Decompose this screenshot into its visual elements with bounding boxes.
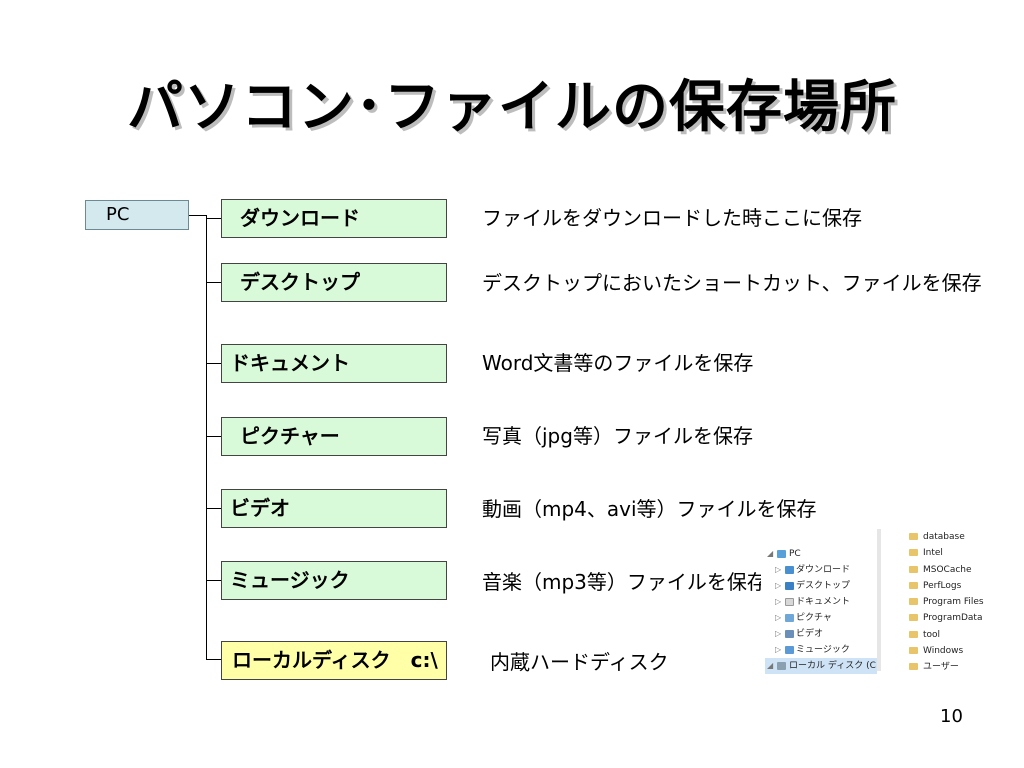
- folder-icon: [909, 630, 918, 638]
- pictures-box: ピクチャー: [221, 417, 447, 456]
- tree-label: ローカル ディスク (C: [789, 661, 876, 671]
- collapse-arrow-icon[interactable]: ▷: [775, 562, 783, 578]
- tree-item-pc[interactable]: ◢ PC: [765, 546, 877, 562]
- folder-icon: [909, 549, 918, 557]
- folder-icon: [909, 598, 918, 606]
- downloads-box: ダウンロード: [221, 199, 447, 238]
- tree-item-documents[interactable]: ▷ ドキュメント: [765, 594, 877, 610]
- expand-icon[interactable]: ◢: [767, 658, 775, 674]
- folder-list: database Intel MSOCache PerfLogs Program…: [909, 529, 991, 676]
- folder-icon: [909, 663, 918, 671]
- folder-label: Program Files: [923, 597, 984, 608]
- tree-item-desktop[interactable]: ▷ デスクトップ: [765, 578, 877, 594]
- collapse-arrow-icon[interactable]: ▷: [775, 610, 783, 626]
- branch-line: [206, 436, 222, 437]
- tree-label: PC: [789, 549, 801, 559]
- tree-item-downloads[interactable]: ▷ ダウンロード: [765, 562, 877, 578]
- slide-title: パソコン･ファイルの保存場所: [127, 75, 897, 140]
- pictures-folder-icon: [785, 614, 794, 622]
- folder-label: Intel: [923, 548, 943, 559]
- page-number: 10: [940, 706, 963, 727]
- pc-icon: [777, 550, 786, 558]
- tree-label: ピクチャ: [796, 613, 832, 623]
- folder-item[interactable]: ProgramData: [909, 610, 991, 626]
- folder-icon: [909, 533, 918, 540]
- branch-line: [206, 659, 222, 660]
- downloads-description: ファイルをダウンロードした時ここに保存: [482, 206, 862, 230]
- tree-label: ドキュメント: [796, 597, 851, 607]
- folder-item[interactable]: PerfLogs: [909, 578, 991, 594]
- collapse-arrow-icon[interactable]: ▷: [775, 642, 783, 658]
- folder-item[interactable]: Program Files: [909, 594, 991, 610]
- folder-item[interactable]: Windows: [909, 643, 991, 659]
- folder-icon: [909, 565, 918, 573]
- explorer-screenshot: ◢ PC ▷ ダウンロード ▷ デスクトップ ▷ ドキュメント ▷ ピクチャ ▷…: [761, 529, 991, 674]
- documents-description: Word文書等のファイルを保存: [482, 351, 754, 375]
- music-box: ミュージック: [221, 561, 447, 600]
- branch-line: [206, 508, 222, 509]
- music-folder-icon: [785, 646, 794, 654]
- drive-icon: [777, 662, 786, 670]
- folder-label: MSOCache: [923, 564, 972, 575]
- tree-label: ミュージック: [796, 645, 850, 655]
- collapse-arrow-icon[interactable]: ▷: [775, 578, 783, 594]
- folder-item[interactable]: Intel: [909, 545, 991, 561]
- folder-label: database: [923, 532, 965, 542]
- folder-icon: [909, 581, 918, 589]
- collapse-arrow-icon[interactable]: ▷: [775, 626, 783, 642]
- collapse-arrow-icon[interactable]: ▷: [775, 594, 783, 610]
- music-description: 音楽（mp3等）ファイルを保存: [482, 570, 767, 594]
- folder-item[interactable]: database: [909, 529, 991, 545]
- expand-icon[interactable]: ◢: [767, 546, 775, 562]
- folder-item[interactable]: ユーザー: [909, 659, 991, 675]
- folder-label: Windows: [923, 646, 964, 657]
- videos-description: 動画（mp4、avi等）ファイルを保存: [482, 497, 817, 521]
- branch-line: [206, 218, 222, 219]
- folder-icon: [909, 647, 918, 655]
- videos-box: ビデオ: [221, 489, 447, 528]
- tree-item-local-disk[interactable]: ◢ ローカル ディスク (C: [765, 658, 877, 674]
- desktop-folder-icon: [785, 582, 794, 590]
- folder-label: PerfLogs: [923, 580, 962, 591]
- tree-item-music[interactable]: ▷ ミュージック: [765, 642, 877, 658]
- folder-label: ProgramData: [923, 613, 983, 624]
- pictures-description: 写真（jpg等）ファイルを保存: [482, 424, 753, 448]
- folder-label: tool: [923, 629, 941, 640]
- folder-item[interactable]: tool: [909, 627, 991, 643]
- tree-item-pictures[interactable]: ▷ ピクチャ: [765, 610, 877, 626]
- desktop-box: デスクトップ: [221, 263, 447, 302]
- videos-folder-icon: [785, 630, 794, 638]
- root-connector: [189, 215, 206, 216]
- documents-folder-icon: [785, 598, 794, 606]
- downloads-folder-icon: [785, 566, 794, 574]
- branch-line: [206, 580, 222, 581]
- tree-item-videos[interactable]: ▷ ビデオ: [765, 626, 877, 642]
- tree-label: ダウンロード: [796, 565, 851, 575]
- tree-label: デスクトップ: [796, 581, 851, 591]
- folder-icon: [909, 614, 918, 622]
- folder-label: ユーザー: [923, 662, 959, 673]
- pc-root-box: PC: [85, 200, 189, 230]
- local-disk-description: 内蔵ハードディスク: [490, 650, 669, 674]
- folder-item[interactable]: MSOCache: [909, 562, 991, 578]
- tree-label: ビデオ: [796, 629, 824, 639]
- documents-box: ドキュメント: [221, 344, 447, 383]
- navigation-tree: ◢ PC ▷ ダウンロード ▷ デスクトップ ▷ ドキュメント ▷ ピクチャ ▷…: [765, 546, 877, 674]
- branch-line: [206, 282, 222, 283]
- branch-line: [206, 363, 222, 364]
- local-disk-box: ローカルディスク c:\: [221, 641, 447, 680]
- tree-scrollbar[interactable]: [877, 529, 881, 671]
- desktop-description: デスクトップにおいたショートカット、ファイルを保存: [482, 271, 982, 295]
